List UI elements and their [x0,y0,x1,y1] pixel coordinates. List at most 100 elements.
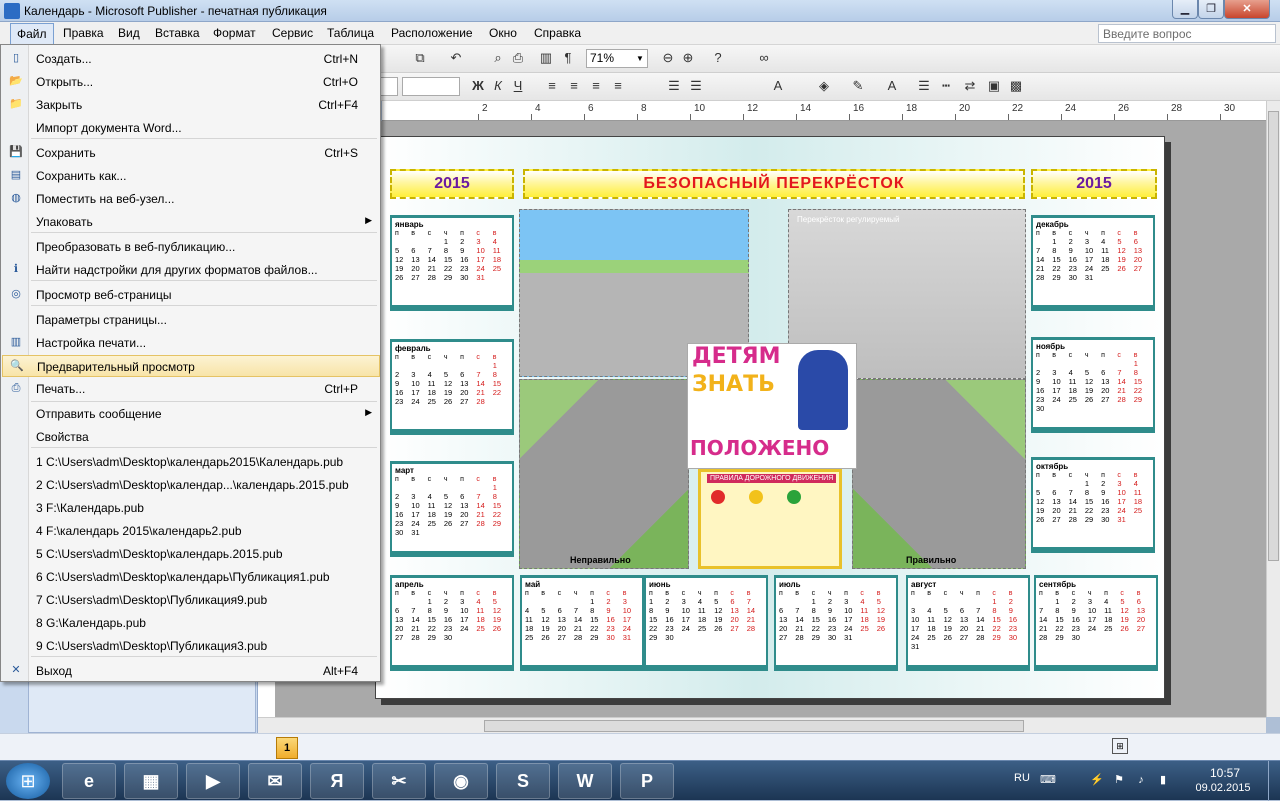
menu-tools[interactable]: Сервис [272,26,313,40]
clock-time[interactable]: 10:57 [1200,766,1250,780]
file-menu-item[interactable]: 3 F:\Календарь.pub [2,497,380,519]
publisher-icon[interactable]: P [620,763,674,799]
month-april[interactable]: апрель п в с ч п с в 1 2 3 4 5 6 7 8 9 10 11 12 13 14 15 16 17 18… [390,575,514,671]
skype-icon[interactable]: S [496,763,550,799]
yandex-icon[interactable]: Я [310,763,364,799]
search-icon[interactable]: ⌕ [490,50,506,66]
word-icon[interactable]: W [558,763,612,799]
shadow-icon[interactable]: ▣ [986,78,1002,94]
file-explorer-icon[interactable]: ▦ [124,763,178,799]
justify-icon[interactable]: ≡ [610,78,626,94]
menu-view[interactable]: Вид [118,26,140,40]
font-size-select[interactable] [402,77,460,96]
bulleted-list-icon[interactable]: ☰ [688,78,704,94]
menu-insert[interactable]: Вставка [155,26,200,40]
file-menu-item[interactable]: 💾 Сохранить Ctrl+S [2,142,380,164]
flag-icon[interactable]: ⚑ [1112,773,1126,787]
menu-window[interactable]: Окно [489,26,517,40]
zoom-select[interactable]: 71% ▼ [586,49,648,68]
menu-file[interactable]: Файл [10,23,54,44]
minimize-button[interactable]: ▁ [1172,0,1198,19]
publication-page[interactable]: 2015 БЕЗОПАСНЫЙ ПЕРЕКРЁСТОК 2015 Перекрё… [375,136,1165,699]
dash-style-icon[interactable]: ┅ [938,78,954,94]
print-preview-tb-icon[interactable]: ⎙ [510,50,526,66]
link-icon[interactable]: ∞ [756,50,772,66]
right-intersection-picture[interactable] [852,379,1026,569]
numbered-list-icon[interactable]: ☰ [666,78,682,94]
month-march[interactable]: март п в с ч п с в 1 2 3 4 5 6 7 8 9 10 11 12 13 14 15 16 17 18 19… [390,461,514,557]
file-menu-item[interactable]: 🔍 Предварительный просмотр [2,355,380,377]
file-menu-item[interactable]: ℹ Найти надстройки для других форматов фа… [2,259,380,281]
arrow-style-icon[interactable]: ⇄ [962,78,978,94]
italic-icon[interactable]: К [490,78,506,94]
file-menu-item[interactable]: 2 C:\Users\adm\Desktop\календар...\кален… [2,474,380,496]
file-menu-item[interactable]: 6 C:\Users\adm\Desktop\календарь\Публика… [2,566,380,588]
calendar-headline[interactable]: БЕЗОПАСНЫЙ ПЕРЕКРЁСТОК [523,169,1025,199]
file-menu-item[interactable]: 📁 Закрыть Ctrl+F4 [2,94,380,116]
rules-poster[interactable]: ПРАВИЛА ДОРОЖНОГО ДВИЖЕНИЯ [698,469,842,569]
menu-edit[interactable]: Правка [63,26,104,40]
ask-question-input[interactable] [1098,24,1276,43]
zoom-in-icon[interactable]: ⊕ [680,50,696,66]
file-menu-item[interactable]: 5 C:\Users\adm\Desktop\календарь.2015.pu… [2,543,380,565]
file-menu-item[interactable]: Импорт документа Word... [2,117,380,139]
clock-date[interactable]: 09.02.2015 [1190,782,1256,794]
file-menu-item[interactable]: ▥ Настройка печати... [2,332,380,354]
bold-icon[interactable]: Ж [470,78,486,94]
font-grow-icon[interactable]: A [770,78,786,94]
copy-icon[interactable]: ⧉ [412,50,428,66]
3d-icon[interactable]: ▩ [1008,78,1024,94]
file-menu-item[interactable]: ▯ Создать... Ctrl+N [2,48,380,70]
file-menu-item[interactable]: 8 G:\Календарь.pub [2,612,380,634]
poster-picture[interactable]: ДЕТЯМ ЗНАТЬ ПОЛОЖЕНО [687,343,857,469]
chrome-icon[interactable]: ◉ [434,763,488,799]
font-color-icon[interactable]: A [884,78,900,94]
file-menu-item[interactable]: ✕ Выход Alt+F4 [2,660,380,682]
show-desktop-button[interactable] [1268,761,1280,801]
horizontal-scrollbar[interactable] [258,717,1266,733]
month-may[interactable]: май п в с ч п с в 1 2 3 4 5 6 7 8 9 10 11 12 13 14 15 16 17 18 19 2… [520,575,644,671]
menu-format[interactable]: Формат [213,26,256,40]
undo-icon[interactable]: ↶ [448,50,464,66]
menu-help[interactable]: Справка [534,26,581,40]
publisher-app-icon[interactable] [4,3,20,19]
file-menu-item[interactable]: ⎙ Печать... Ctrl+P [2,378,380,400]
fill-color-icon[interactable]: ◈ [816,78,832,94]
align-center-icon[interactable]: ≡ [566,78,582,94]
page-number-badge[interactable]: 1 [276,737,298,759]
month-november[interactable]: ноябрь п в с ч п с в 1 2 3 4 5 6 7 8 9 10 11 12 13 14 15 16 17 18… [1031,337,1155,433]
file-menu-item[interactable]: Параметры страницы... [2,309,380,331]
file-menu-item[interactable]: ◍ Поместить на веб-узел... [2,188,380,210]
internet-explorer-icon[interactable]: e [62,763,116,799]
network-icon[interactable]: ▮ [1156,773,1170,787]
file-menu-item[interactable]: ▤ Сохранить как... [2,165,380,187]
keyboard-icon[interactable]: ⌨ [1040,773,1056,787]
month-october[interactable]: октябрь п в с ч п с в 1 2 3 4 5 6 7 8 9 10 11 12 13 14 15 16 17 1… [1031,457,1155,553]
file-menu-item[interactable]: 📂 Открыть... Ctrl+O [2,71,380,93]
file-menu-item[interactable]: Преобразовать в веб-публикацию... [2,236,380,258]
help-icon[interactable]: ? [710,50,726,66]
vertical-scrollbar[interactable] [1266,101,1280,717]
month-january[interactable]: январь п в с ч п с в 1 2 3 4 5 6 7 8 9 10 11 12 13 14 15 16 17 18… [390,215,514,311]
file-menu-item[interactable]: 4 F:\календарь 2015\календарь2.pub [2,520,380,542]
vertical-scroll-thumb[interactable] [1268,111,1279,561]
power-icon[interactable]: ⚡ [1090,773,1104,787]
month-july[interactable]: июль п в с ч п с в 1 2 3 4 5 6 7 8 9 10 11 12 13 14 15 16 17 18 19… [774,575,898,671]
media-player-icon[interactable]: ▶ [186,763,240,799]
file-menu-item[interactable]: 7 C:\Users\adm\Desktop\Публикация9.pub [2,589,380,611]
mail-icon[interactable]: ✉ [248,763,302,799]
zoom-out-icon[interactable]: ⊖ [660,50,676,66]
year-left[interactable]: 2015 [390,169,514,199]
start-button[interactable]: ⊞ [6,763,50,799]
align-left-icon[interactable]: ≡ [544,78,560,94]
close-button[interactable]: ✕ [1224,0,1270,19]
horizontal-scroll-thumb[interactable] [484,720,1024,732]
file-menu-item[interactable]: 9 C:\Users\adm\Desktop\Публикация3.pub [2,635,380,657]
maximize-button[interactable]: ❐ [1198,0,1224,19]
year-right[interactable]: 2015 [1031,169,1157,199]
volume-icon[interactable]: ♪ [1134,773,1148,787]
month-december[interactable]: декабрь п в с ч п с в 1 2 3 4 5 6 7 8 9 10 11 12 13 14 15 16 17 1… [1031,215,1155,311]
wrong-intersection-picture[interactable] [519,379,689,569]
menu-table[interactable]: Таблица [327,26,374,40]
file-menu-item[interactable]: Свойства [2,426,380,448]
